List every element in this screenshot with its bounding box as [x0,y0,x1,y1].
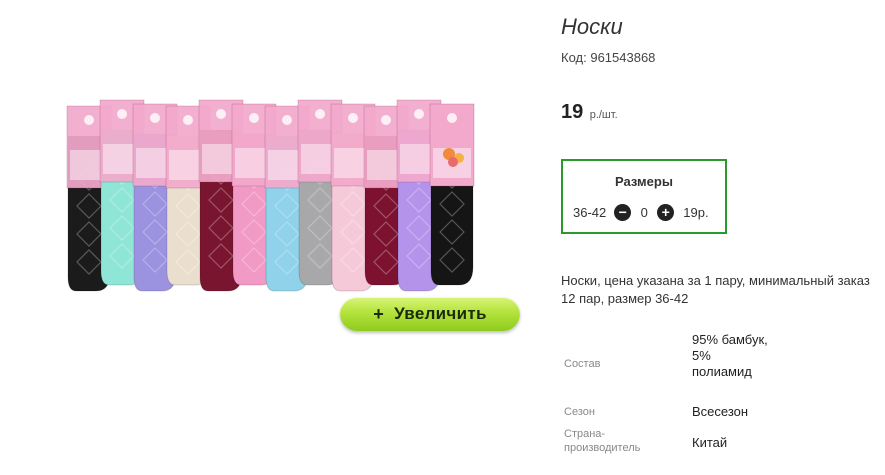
product-code-label: Код: [561,50,587,65]
product-code: Код: 961543868 [561,50,655,65]
sock-item [429,103,475,286]
plus-icon: + [661,204,670,220]
zoom-button-label: Увеличить [394,304,487,323]
property-value: Всесезон [692,404,749,419]
fruit-decoration [448,157,458,167]
size-row: 36-42 − 0 + 19р. [573,202,709,222]
plus-icon: + [373,303,385,324]
price-value: 19 [561,101,584,123]
property-row: Состав 95% бамбук, 5% полиамид [561,330,861,396]
increase-quantity-button[interactable]: + [657,203,675,221]
property-key: Страна-производитель [564,428,641,454]
property-value: 95% бамбук, 5% полиамид [692,332,768,379]
quantity-value[interactable]: 0 [631,205,657,220]
product-description: Носки, цена указана за 1 пару, минимальн… [561,273,870,306]
zoom-button[interactable]: + Увеличить [340,297,520,331]
product-code-value: 961543868 [590,50,656,65]
price-unit: р./шт. [589,109,618,121]
decrease-quantity-button[interactable]: − [614,203,632,221]
property-key: Сезон [564,406,595,418]
minus-icon: − [618,204,627,220]
product-image[interactable] [64,96,514,306]
size-label: 36-42 [573,204,607,220]
sizes-title: Размеры [615,174,673,189]
socks-illustration [66,99,475,292]
product-price: 19 р./шт. [561,101,618,124]
size-price: 19р. [683,204,709,220]
product-title: Носки [561,14,623,39]
property-value: Китай [692,435,728,450]
property-key: Состав [564,358,601,370]
sizes-panel: Размеры 36-42 − 0 + 19р. [561,159,727,234]
